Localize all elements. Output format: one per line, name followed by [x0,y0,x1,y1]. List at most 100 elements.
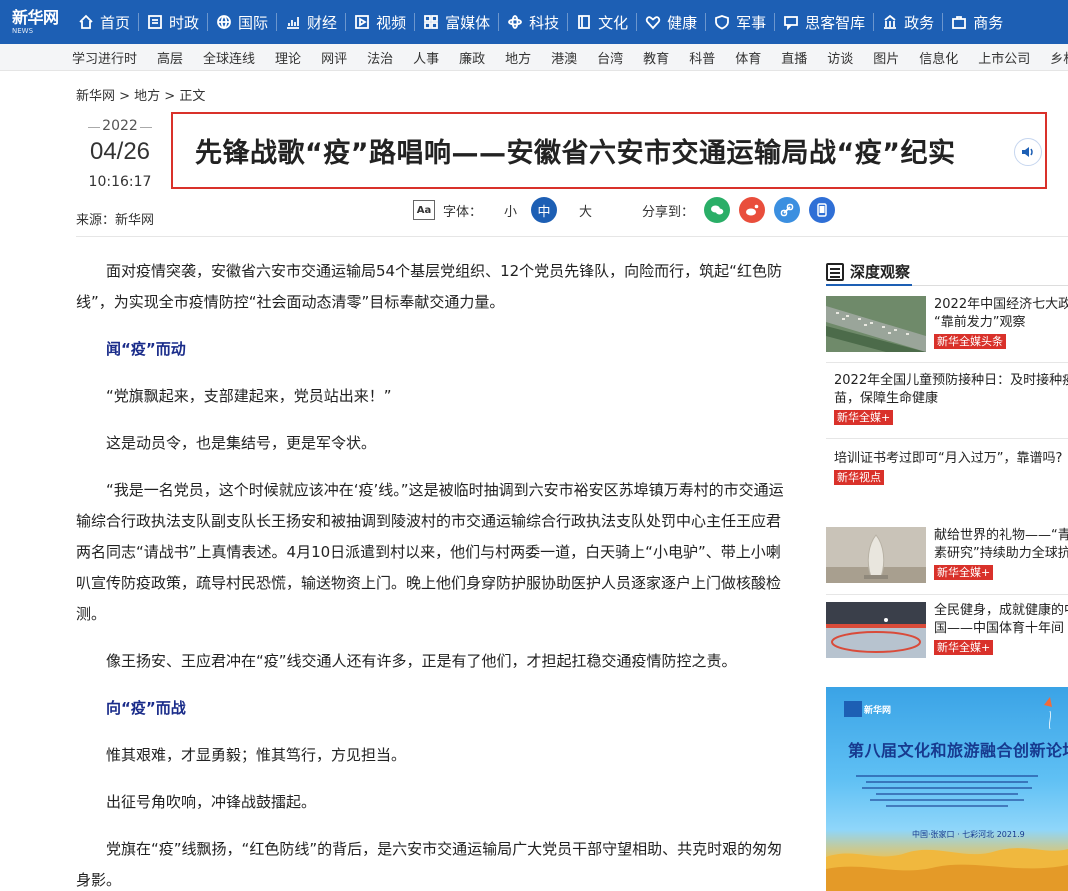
subnav-item[interactable]: 地方 [505,48,531,67]
nav-label: 政务 [904,13,935,32]
nav-item-finance[interactable]: 财经 [277,0,345,44]
subnav-item[interactable]: 高层 [157,48,183,67]
breadcrumb[interactable]: 新华网 > 地方 > 正文 [76,85,205,104]
subnav-item[interactable]: 理论 [275,48,301,67]
nav-item-rich-media[interactable]: 富媒体 [415,0,498,44]
share-weibo-button[interactable] [739,197,766,223]
font-size-icon: Aa [413,200,435,220]
subnav-item[interactable]: 直播 [781,48,807,67]
nav-item-international[interactable]: 国际 [208,0,276,44]
publish-year: 2022 [76,118,164,134]
subnav-item[interactable]: 廉政 [459,48,485,67]
subnav-item[interactable]: 教育 [643,48,669,67]
nav-item-government[interactable]: 政务 [874,0,942,44]
heart-icon [646,16,661,30]
xinhua-logo[interactable]: 新华网 NEWS [0,0,70,44]
phone-icon [817,203,827,217]
chart-icon [287,17,300,29]
news-title-line[interactable]: 献给世界的礼物——“青蒿 [934,527,1068,545]
svg-text:新华网: 新华网 [864,704,891,715]
subnav-item[interactable]: 台湾 [597,48,623,67]
news-tag: 新华全媒+ [834,410,894,425]
banner-title: 第八届文化和旅游融合创新论坛 [848,741,1068,760]
share-label: 分享到： [642,204,695,220]
subnav-item[interactable]: 网评 [321,48,347,67]
globe-icon [217,15,231,30]
news-tag: 新华全媒+ [934,640,994,655]
article-paragraph: 像王扬安、王应君冲在“疫”线交通人还有许多，正是有了他们，才担起扛稳交通疫情防控… [106,652,737,670]
sidebar-divider [826,438,1068,439]
news-title-line[interactable]: 苗，保障生命健康 [834,390,1068,408]
news-title-line[interactable]: 全民健身，成就健康的中 [934,602,1068,620]
subnav-item[interactable]: 上市公司 [978,48,1030,67]
font-size-label: 字体： [443,204,483,220]
publish-date: 2022 04/26 10:16:17 [76,118,164,190]
news-title-line[interactable]: 国——中国体育十年间 [934,620,1068,638]
subnav-item[interactable]: 人事 [413,48,439,67]
nav-item-health[interactable]: 健康 [637,0,705,44]
link-icon [780,203,794,217]
sidebar-news-item[interactable]: 2022年中国经济七大政策 “靠前发力”观察 新华全媒头条 [826,296,1068,352]
subnav-item[interactable]: 科普 [689,48,715,67]
sidebar-divider [826,594,1068,595]
subnav-item[interactable]: 学习进行时 [72,48,137,67]
news-tag: 新华全媒+ [934,565,994,580]
nav-label: 健康 [667,13,698,32]
sidebar-news-item[interactable]: 献给世界的礼物——“青蒿 素研究”持续助力全球抗疟 新华全媒+ [826,527,1068,583]
subnav-item[interactable]: 乡村振兴 [1050,48,1068,67]
article-body: 面对疫情突袭，安徽省六安市交通运输局54个基层党组织、12个党员先锋队，向险而行… [76,256,789,891]
font-size-medium[interactable]: 中 [531,197,558,223]
nav-item-home[interactable]: 首页 [70,0,138,44]
read-aloud-button[interactable] [1014,138,1042,166]
subnav-item[interactable]: 法治 [367,48,393,67]
forum-banner-ad[interactable]: 新华网 第八届文化和旅游融合创新论坛 中国·张家口 · 七彩河北 2021.9 [826,687,1068,891]
sidebar-heading: 深度观察 [826,258,1068,286]
nav-label: 文化 [598,13,629,32]
news-thumbnail[interactable] [826,602,926,658]
news-thumbnail[interactable] [826,527,926,583]
nav-label: 富媒体 [445,13,491,32]
sidebar-news-item[interactable]: 全民健身，成就健康的中 国——中国体育十年间 新华全媒+ [826,602,1068,658]
font-size-small[interactable]: 小 [504,201,517,220]
subnav-item[interactable]: 全球连线 [203,48,255,67]
subnav-item[interactable]: 访谈 [827,48,853,67]
subnav-item[interactable]: 港澳 [551,48,577,67]
share-link-button[interactable] [774,197,801,223]
news-title-line[interactable]: “靠前发力”观察 [934,314,1068,332]
news-tag: 新华视点 [834,470,884,485]
subnav-item[interactable]: 体育 [735,48,761,67]
nav-item-culture[interactable]: 文化 [568,0,636,44]
news-title-line[interactable]: 2022年中国经济七大政策 [934,296,1068,314]
nav-item-video[interactable]: 视频 [346,0,414,44]
news-title-line[interactable]: 素研究”持续助力全球抗疟 [934,545,1068,563]
nav-item-politics[interactable]: 时政 [139,0,207,44]
news-title-line[interactable]: 2022年全国儿童预防接种日：及时接种疫 [834,372,1068,390]
news-thumbnail[interactable] [826,296,926,352]
nav-label: 视频 [376,13,407,32]
article-paragraph: 这是动员令，也是集结号，更是军令状。 [106,434,377,452]
nav-label: 财经 [307,13,338,32]
share-wechat-button[interactable] [704,197,731,223]
briefcase-icon [952,16,967,29]
nav-item-business[interactable]: 商务 [943,0,1011,44]
nav-label: 商务 [973,13,1004,32]
weibo-icon [746,204,759,216]
chat-icon [784,16,799,30]
subnav-item[interactable]: 信息化 [919,48,958,67]
subnav-item[interactable]: 图片 [873,48,899,67]
heading-underline [826,284,912,286]
grid-icon [424,15,438,29]
share-mobile-button[interactable] [809,197,836,223]
article-subheading: 向“疫”而战 [106,699,186,717]
building-icon [884,14,897,29]
top-navigation: 新华网 NEWS 首页 时政 国际 财经 视频 富媒体 科技 文化 健康 军事 [0,0,1068,44]
nav-item-tech[interactable]: 科技 [499,0,567,44]
publish-month-day: 04/26 [89,138,151,165]
nav-label: 军事 [736,13,767,32]
nav-item-think-tank[interactable]: 思客智库 [775,0,873,44]
publish-time: 10:16:17 [88,174,152,190]
font-size-large[interactable]: 大 [579,201,592,220]
news-title-line[interactable]: 培训证书考过即可“月入过万”，靠谱吗? [834,450,1068,468]
nav-item-military[interactable]: 军事 [706,0,774,44]
nav-label: 时政 [169,13,200,32]
